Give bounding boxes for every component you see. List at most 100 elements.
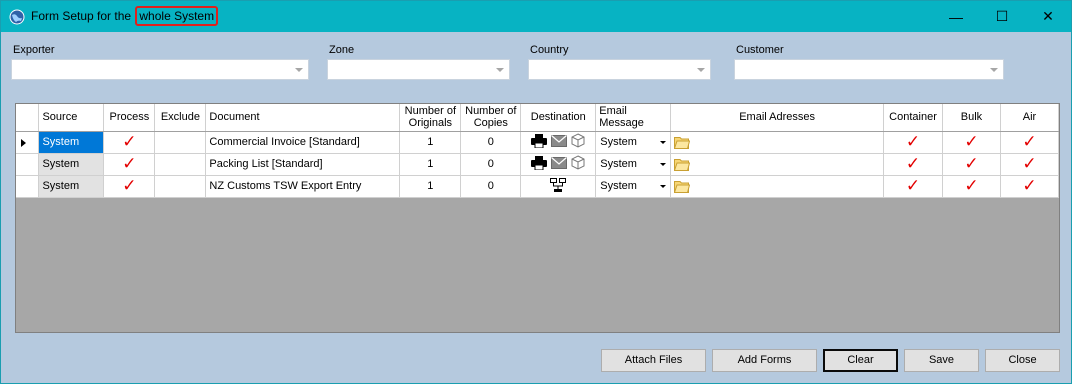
email-addresses-cell[interactable]: [670, 131, 885, 154]
col-source[interactable]: Source: [38, 104, 105, 132]
document-cell[interactable]: Packing List [Standard]: [205, 153, 401, 176]
bulk-cell[interactable]: ✓: [942, 131, 1001, 154]
bulk-cell[interactable]: ✓: [942, 175, 1001, 198]
originals-cell[interactable]: 1: [399, 175, 462, 198]
minimize-button[interactable]: —: [933, 1, 979, 32]
destination-cell[interactable]: [520, 175, 597, 198]
email-message-value: System: [600, 158, 637, 170]
process-cell[interactable]: ✓: [103, 131, 156, 154]
col-email-message[interactable]: Email Message: [595, 104, 672, 132]
container-cell[interactable]: ✓: [883, 131, 944, 154]
clear-button[interactable]: Clear: [823, 349, 898, 372]
forms-table: Source Process Exclude Document Number o…: [16, 104, 1059, 198]
country-select[interactable]: [528, 59, 711, 80]
package-icon[interactable]: [571, 133, 585, 151]
email-addresses-cell[interactable]: [670, 153, 885, 176]
title-prefix: Form Setup for the: [31, 9, 135, 23]
document-cell[interactable]: NZ Customs TSW Export Entry: [205, 175, 401, 198]
exporter-select[interactable]: [11, 59, 309, 80]
air-cell[interactable]: ✓: [1000, 153, 1059, 176]
chevron-down-icon[interactable]: [660, 162, 667, 166]
chevron-down-icon[interactable]: [660, 184, 667, 188]
col-document[interactable]: Document: [205, 104, 401, 132]
email-addresses-cell[interactable]: [670, 175, 885, 198]
email-message-cell[interactable]: System: [595, 175, 672, 198]
table-row[interactable]: System ✓ Commercial Invoice [Standard] 1 0 Sy…: [16, 131, 1059, 154]
zone-label: Zone: [329, 44, 355, 56]
forms-grid[interactable]: Source Process Exclude Document Number o…: [15, 103, 1060, 333]
minimize-icon: —: [949, 8, 963, 25]
envelope-icon[interactable]: [551, 134, 568, 150]
title-highlight: whole System: [135, 6, 219, 26]
col-copies[interactable]: Number of Copies: [460, 104, 522, 132]
checkmark-icon: ✓: [122, 154, 137, 173]
col-exclude[interactable]: Exclude: [154, 104, 207, 132]
folder-icon[interactable]: [674, 180, 691, 196]
title-bar[interactable]: Form Setup for the whole System — ☐ ✕: [1, 1, 1071, 32]
destination-cell[interactable]: [520, 131, 597, 154]
package-icon[interactable]: [571, 155, 585, 173]
copies-cell[interactable]: 0: [460, 175, 522, 198]
checkmark-icon: ✓: [1022, 154, 1037, 173]
customer-label: Customer: [736, 44, 784, 56]
source-cell[interactable]: System: [38, 131, 105, 154]
originals-cell[interactable]: 1: [399, 131, 462, 154]
email-message-cell[interactable]: System: [595, 153, 672, 176]
envelope-icon[interactable]: [551, 156, 568, 172]
exclude-cell[interactable]: [154, 153, 207, 176]
zone-select[interactable]: [327, 59, 510, 80]
air-cell[interactable]: ✓: [1000, 131, 1059, 154]
table-row[interactable]: System ✓ NZ Customs TSW Export Entry 1 0 Syst…: [16, 175, 1059, 198]
exclude-cell[interactable]: [154, 131, 207, 154]
folder-icon[interactable]: [674, 136, 691, 152]
save-button[interactable]: Save: [904, 349, 979, 372]
col-air[interactable]: Air: [1000, 104, 1059, 132]
col-process[interactable]: Process: [103, 104, 156, 132]
exclude-cell[interactable]: [154, 175, 207, 198]
attach-files-button[interactable]: Attach Files: [601, 349, 706, 372]
table-row[interactable]: System ✓ Packing List [Standard] 1 0 System ✓ ✓…: [16, 153, 1059, 176]
close-window-button[interactable]: ✕: [1025, 1, 1071, 32]
maximize-button[interactable]: ☐: [979, 1, 1025, 32]
network-icon[interactable]: [550, 177, 567, 195]
col-container[interactable]: Container: [883, 104, 944, 132]
checkmark-icon: ✓: [1022, 132, 1037, 151]
row-header[interactable]: [16, 131, 40, 154]
customer-select[interactable]: [734, 59, 1004, 80]
copies-cell[interactable]: 0: [460, 131, 522, 154]
email-message-cell[interactable]: System: [595, 131, 672, 154]
form-setup-window: Form Setup for the whole System — ☐ ✕ Ex…: [0, 0, 1072, 384]
folder-icon[interactable]: [674, 158, 691, 174]
checkmark-icon: ✓: [905, 154, 921, 173]
add-forms-button[interactable]: Add Forms: [712, 349, 817, 372]
document-cell[interactable]: Commercial Invoice [Standard]: [205, 131, 401, 154]
container-cell[interactable]: ✓: [883, 175, 944, 198]
copies-cell[interactable]: 0: [460, 153, 522, 176]
process-cell[interactable]: ✓: [103, 175, 156, 198]
window-title: Form Setup for the whole System: [31, 6, 219, 26]
row-header[interactable]: [16, 153, 40, 176]
email-message-value: System: [600, 136, 637, 148]
close-icon: ✕: [1042, 8, 1054, 24]
printer-icon[interactable]: [531, 133, 548, 151]
process-cell[interactable]: ✓: [103, 153, 156, 176]
row-header[interactable]: [16, 175, 40, 198]
air-cell[interactable]: ✓: [1000, 175, 1059, 198]
maximize-icon: ☐: [995, 8, 1009, 24]
source-cell[interactable]: System: [38, 153, 105, 176]
checkmark-icon: ✓: [964, 176, 979, 195]
chevron-down-icon[interactable]: [660, 140, 667, 144]
col-destination[interactable]: Destination: [520, 104, 597, 132]
originals-cell[interactable]: 1: [399, 153, 462, 176]
col-originals[interactable]: Number of Originals: [399, 104, 462, 132]
close-button[interactable]: Close: [985, 349, 1060, 372]
container-cell[interactable]: ✓: [883, 153, 944, 176]
country-label: Country: [530, 44, 569, 56]
bulk-cell[interactable]: ✓: [942, 153, 1001, 176]
printer-icon[interactable]: [531, 155, 548, 173]
checkmark-icon: ✓: [122, 132, 137, 151]
col-email-addresses[interactable]: Email Adresses: [670, 104, 885, 132]
source-cell[interactable]: System: [38, 175, 105, 198]
col-bulk[interactable]: Bulk: [942, 104, 1001, 132]
destination-cell[interactable]: [520, 153, 597, 176]
